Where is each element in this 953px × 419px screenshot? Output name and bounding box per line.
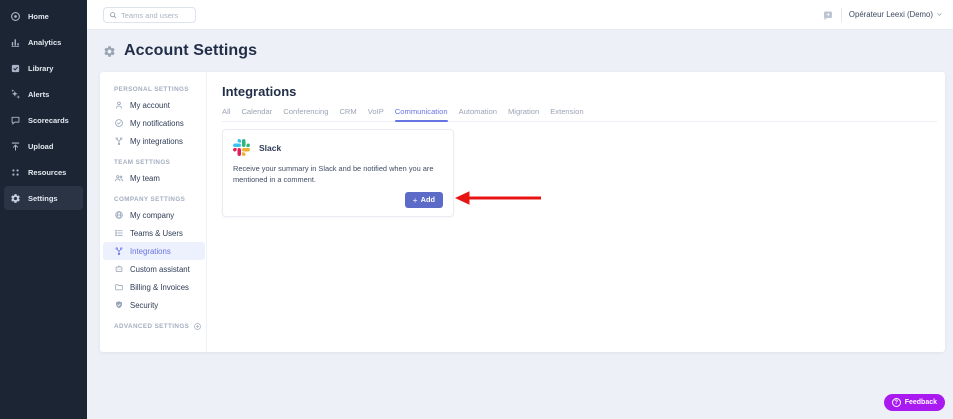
search-input[interactable] xyxy=(121,10,190,20)
feedback-label: Feedback xyxy=(904,399,937,406)
nav-section-header: Team settings xyxy=(114,158,171,166)
topbar: Opérateur Leexi (Demo) xyxy=(87,0,953,30)
folder-icon xyxy=(114,282,124,292)
alerts-icon xyxy=(10,89,21,100)
divider xyxy=(840,7,842,22)
settings-panel: Personal settings My account My notifica… xyxy=(100,72,945,352)
nav-item-security[interactable]: Security xyxy=(114,296,206,314)
upload-icon xyxy=(10,141,21,152)
nav-item-my-team[interactable]: My team xyxy=(114,169,206,187)
integration-description: Receive your summary in Slack and be not… xyxy=(233,164,434,185)
nav-item-label: Billing & Invoices xyxy=(130,282,189,292)
tab-voip[interactable]: VoIP xyxy=(368,107,384,116)
plus-circle-icon xyxy=(193,322,202,331)
home-icon xyxy=(10,11,21,22)
nav-item-label: My integrations xyxy=(130,136,183,146)
nav-advanced-settings[interactable]: Advanced settings xyxy=(114,319,206,333)
user-menu[interactable]: Opérateur Leexi (Demo) xyxy=(849,10,943,19)
question-mark-icon: ? xyxy=(891,398,901,407)
tab-crm[interactable]: CRM xyxy=(339,107,356,116)
sidebar-item-analytics[interactable]: Analytics xyxy=(4,30,83,54)
sidebar-item-settings[interactable]: Settings xyxy=(4,186,83,210)
sidebar-item-library[interactable]: Library xyxy=(4,56,83,80)
globe-icon xyxy=(114,210,124,220)
tab-automation[interactable]: Automation xyxy=(459,107,497,116)
nav-item-label: Teams & Users xyxy=(130,228,183,238)
scorecards-icon xyxy=(10,115,21,126)
nav-item-my-account[interactable]: My account xyxy=(114,96,206,114)
library-icon xyxy=(10,63,21,74)
branch-icon xyxy=(114,136,124,146)
sidebar-item-label: Upload xyxy=(28,141,54,151)
nav-item-label: Custom assistant xyxy=(130,264,190,274)
resources-icon xyxy=(10,167,21,178)
nav-item-label: My notifications xyxy=(130,118,184,128)
sidebar-item-label: Resources xyxy=(28,167,67,177)
tab-communication[interactable]: Communication xyxy=(394,107,448,122)
add-button[interactable]: + Add xyxy=(404,191,443,208)
chat-bubble-icon[interactable] xyxy=(822,9,834,21)
sidebar-item-label: Analytics xyxy=(28,37,62,47)
add-button-label: Add xyxy=(420,195,435,205)
app-sidebar: Home Analytics Library Alerts Scorecards… xyxy=(0,0,87,419)
list-icon xyxy=(114,228,124,238)
sidebar-item-label: Settings xyxy=(28,193,58,203)
team-icon xyxy=(114,173,124,183)
topbar-right: Opérateur Leexi (Demo) xyxy=(822,0,943,29)
tab-conferencing[interactable]: Conferencing xyxy=(283,107,328,116)
plus-icon: + xyxy=(412,194,418,205)
sidebar-item-scorecards[interactable]: Scorecards xyxy=(4,108,83,132)
nav-item-label: Security xyxy=(130,300,159,310)
chevron-down-icon xyxy=(936,11,943,18)
feedback-button[interactable]: ? Feedback xyxy=(883,394,945,411)
card-header: Slack xyxy=(233,139,443,156)
integrations-title: Integrations xyxy=(222,84,297,99)
tab-calendar[interactable]: Calendar xyxy=(241,107,272,116)
shield-icon xyxy=(114,300,124,310)
sidebar-item-home[interactable]: Home xyxy=(4,4,83,28)
nav-item-label: Integrations xyxy=(130,246,171,256)
nav-item-label: My company xyxy=(130,210,175,220)
nav-item-label: My account xyxy=(130,100,170,110)
integrations-tabs: All Calendar Conferencing CRM VoIP Commu… xyxy=(222,107,937,122)
integrations-content: Integrations All Calendar Conferencing C… xyxy=(207,72,945,352)
analytics-icon xyxy=(10,37,21,48)
sidebar-item-label: Library xyxy=(28,63,54,73)
sidebar-item-alerts[interactable]: Alerts xyxy=(4,82,83,106)
slack-logo-icon xyxy=(233,139,250,156)
nav-section-header: Company settings xyxy=(114,195,186,203)
nav-item-billing-invoices[interactable]: Billing & Invoices xyxy=(114,278,206,296)
gear-icon xyxy=(10,193,21,204)
slack-integration-card: Slack Receive your summary in Slack and … xyxy=(222,129,454,217)
settings-nav: Personal settings My account My notifica… xyxy=(100,72,207,352)
integration-name: Slack xyxy=(259,142,282,153)
nav-section-header: Personal settings xyxy=(114,85,189,93)
bot-icon xyxy=(114,264,124,274)
page-title: Account Settings xyxy=(124,42,258,59)
search-box[interactable] xyxy=(103,7,196,23)
sidebar-item-label: Alerts xyxy=(28,89,50,99)
sidebar-item-upload[interactable]: Upload xyxy=(4,134,83,158)
nav-item-integrations[interactable]: Integrations xyxy=(103,242,205,260)
nav-item-custom-assistant[interactable]: Custom assistant xyxy=(114,260,206,278)
page-title-row: Account Settings xyxy=(103,42,257,60)
sidebar-item-label: Home xyxy=(28,11,49,21)
gear-icon xyxy=(103,45,116,58)
nav-item-label: My team xyxy=(130,173,160,183)
branch-icon xyxy=(114,246,124,256)
tab-migration[interactable]: Migration xyxy=(508,107,539,116)
nav-item-my-notifications[interactable]: My notifications xyxy=(114,114,206,132)
nav-item-my-company[interactable]: My company xyxy=(114,206,206,224)
user-menu-label: Opérateur Leexi (Demo) xyxy=(848,10,933,19)
search-icon xyxy=(110,12,117,19)
card-actions: + Add xyxy=(233,191,443,208)
check-circle-icon xyxy=(114,118,124,128)
nav-item-my-integrations[interactable]: My integrations xyxy=(114,132,206,150)
sidebar-item-resources[interactable]: Resources xyxy=(4,160,83,184)
tab-extension[interactable]: Extension xyxy=(550,107,583,116)
nav-item-teams-users[interactable]: Teams & Users xyxy=(114,224,206,242)
sidebar-item-label: Scorecards xyxy=(28,115,69,125)
person-icon xyxy=(114,100,124,110)
tab-all[interactable]: All xyxy=(222,107,230,116)
